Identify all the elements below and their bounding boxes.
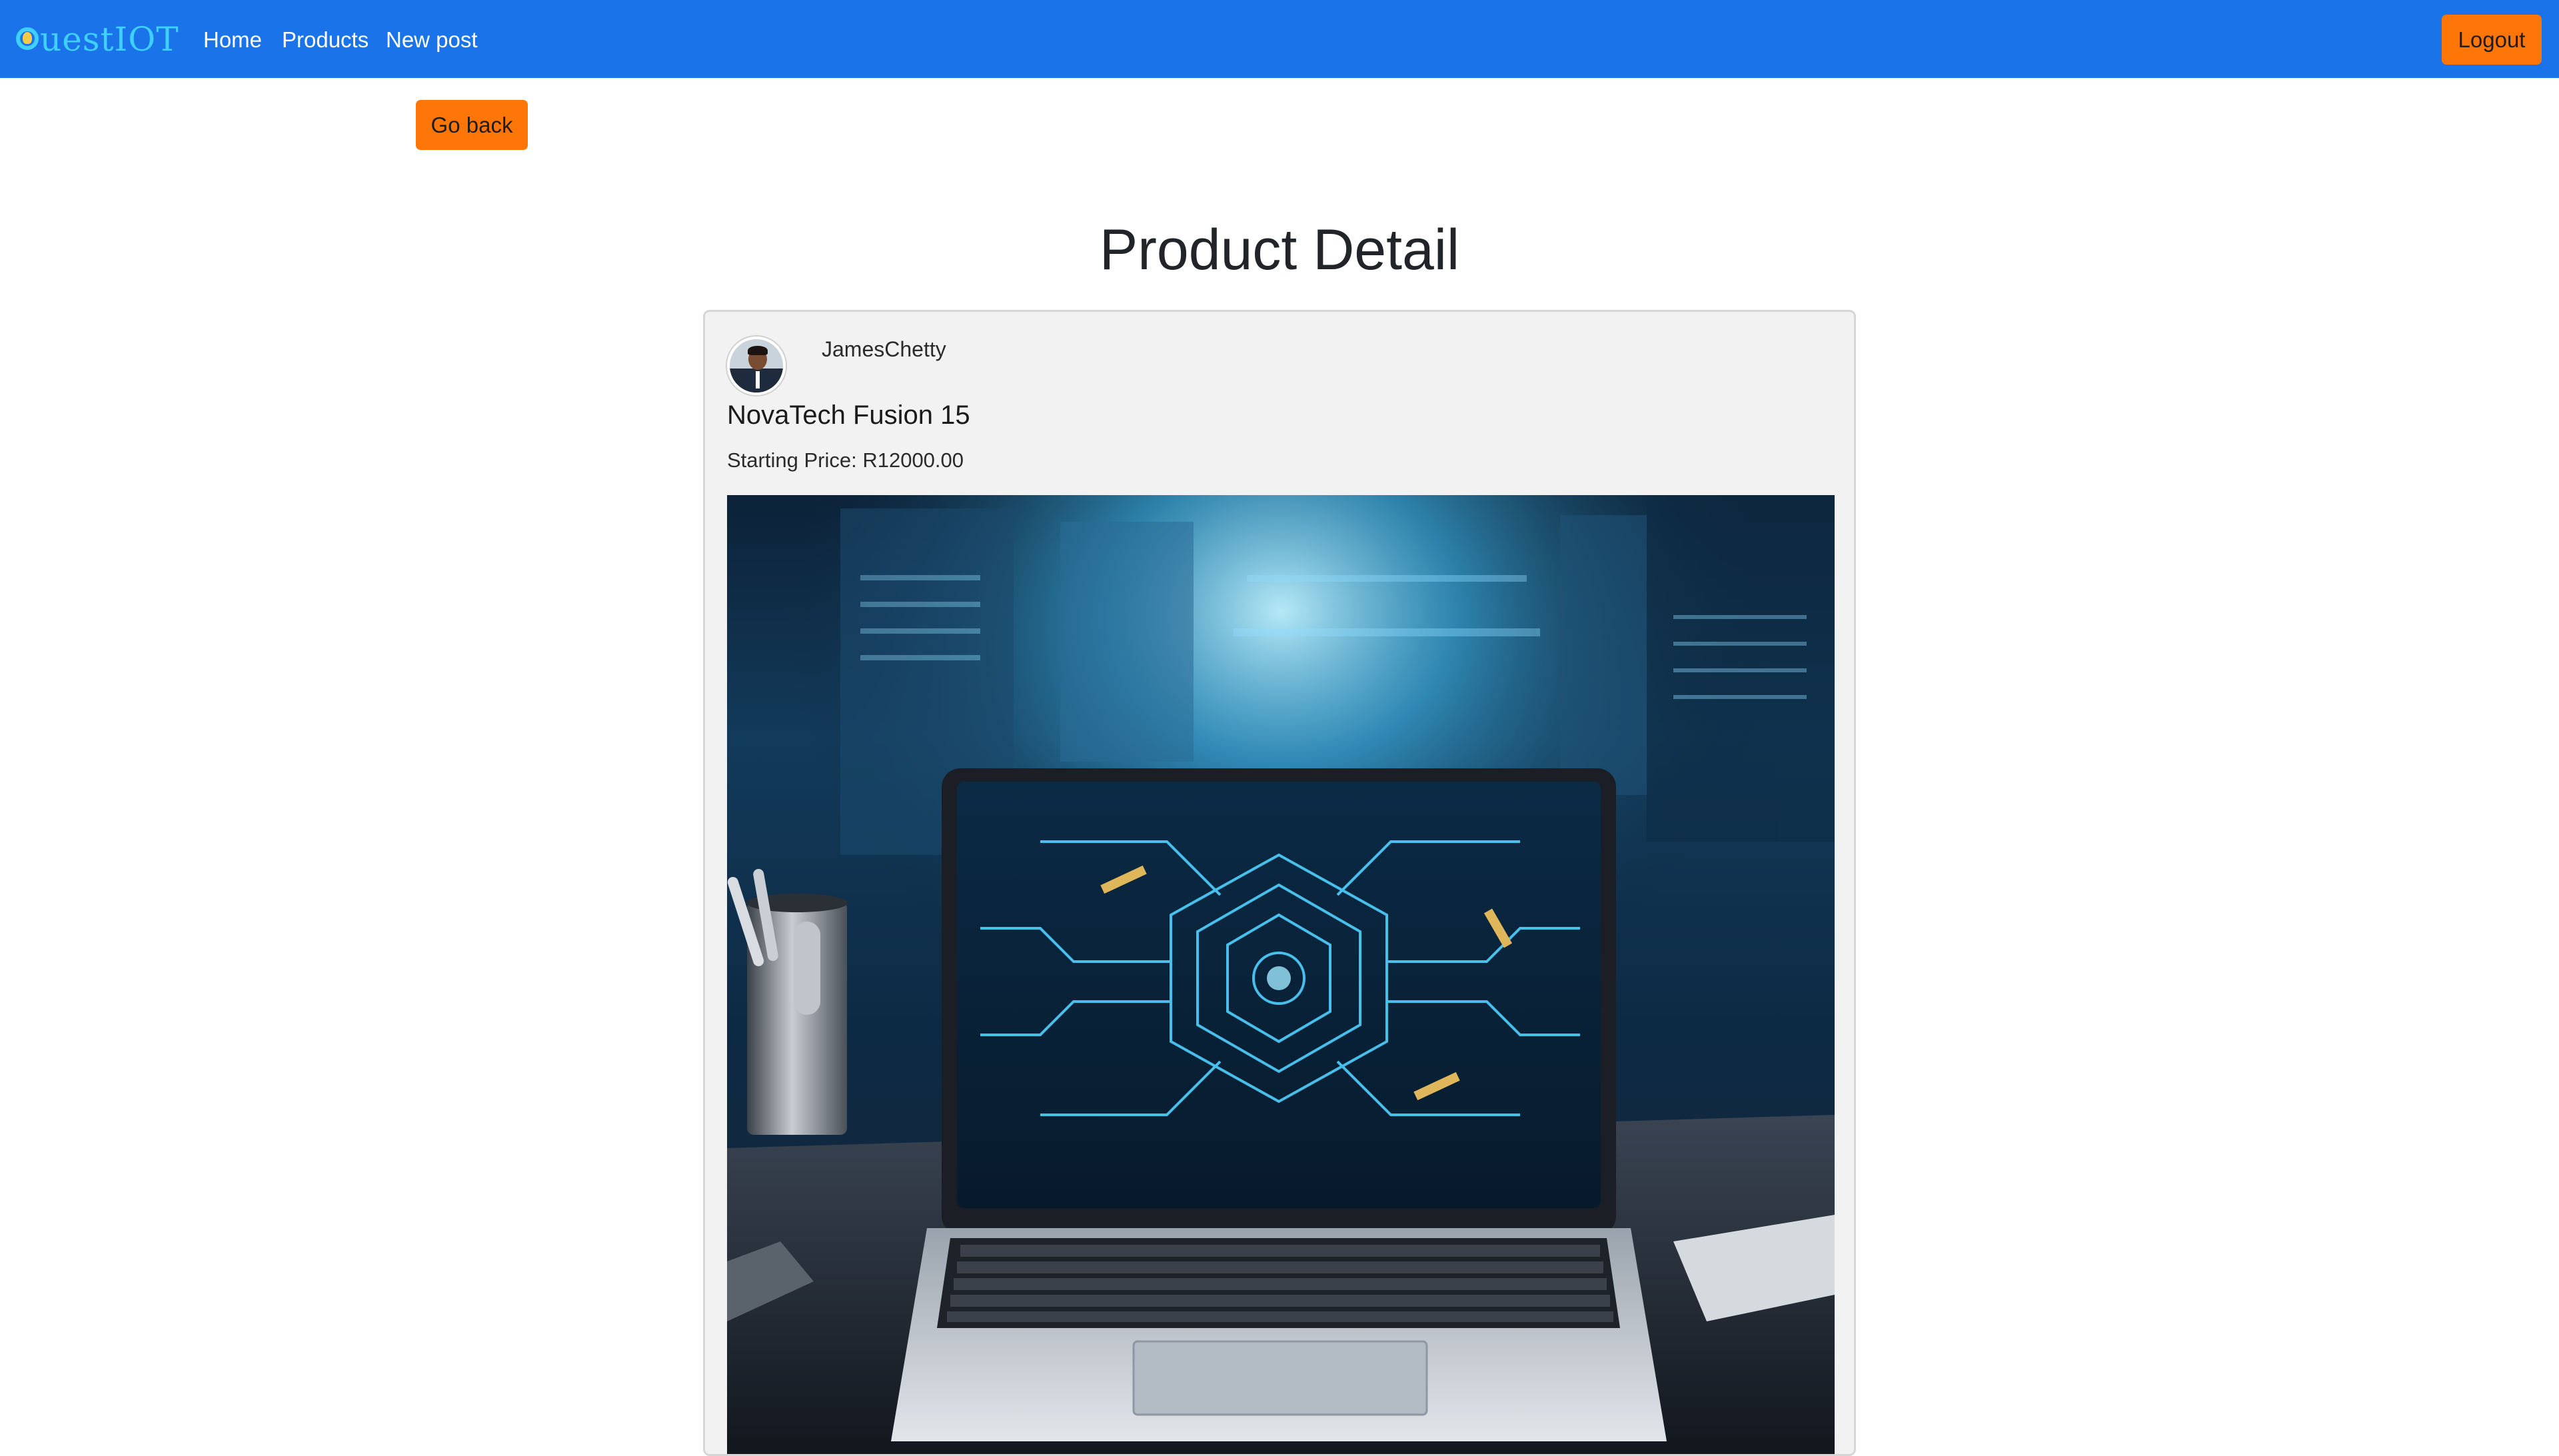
price-label: Starting Price: [727, 448, 857, 472]
brand-name: uestIOT [40, 20, 179, 59]
logout-button[interactable]: Logout [2442, 15, 2542, 65]
go-back-button[interactable]: Go back [416, 100, 528, 150]
product-name: NovaTech Fusion 15 [727, 400, 970, 430]
product-image [727, 495, 1835, 1454]
product-price: Starting Price: R12000.00 [727, 448, 964, 472]
user-avatar [727, 337, 786, 395]
lightbulb-q-icon [16, 26, 39, 53]
price-value: R12000.00 [862, 448, 964, 472]
page-title: Product Detail [1099, 218, 1460, 282]
nav-new-post-link[interactable]: New post [386, 27, 478, 53]
author-username: JamesChetty [822, 337, 946, 361]
product-card: JamesChetty NovaTech Fusion 15 Starting … [703, 310, 1856, 1456]
nav-home-link[interactable]: Home [203, 27, 262, 53]
nav-products-link[interactable]: Products [282, 27, 369, 53]
laptop-illustration [727, 495, 1835, 1454]
brand-logo[interactable]: uestIOT [16, 17, 179, 61]
top-navbar: uestIOT Home Products New post Logout [0, 0, 2559, 78]
